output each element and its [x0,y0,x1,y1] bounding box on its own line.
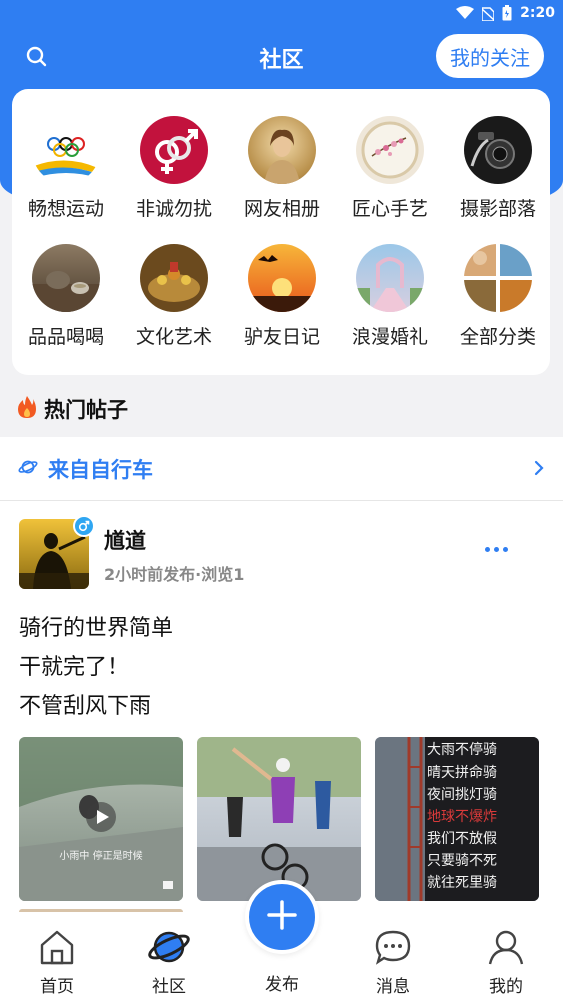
video-caption: 小雨中 停正是时候 [59,849,142,862]
publish-button[interactable] [245,880,319,954]
post-body: 骑行的世界简单 干就完了！ 不管刮风下雨 [19,609,173,726]
category-item-travel[interactable]: 驴友日记 [228,244,336,349]
plus-icon [266,899,298,935]
post-line: 干就完了！ [19,655,130,680]
post-image-banner[interactable]: 大雨不停骑 晴天拼命骑 夜间挑灯骑 地球不爆炸 我们不放假 只要骑不死 就往死里… [375,737,539,901]
category-item-art[interactable]: 文化艺术 [120,244,228,349]
post-meta: 2小时前发布·浏览1 [104,565,245,584]
post-source-label: 来自自行车 [48,457,153,482]
category-label: 摄影部落 [459,198,536,220]
male-badge-icon [73,515,95,537]
nav-label: 消息 [376,977,410,997]
category-label: 非诚勿扰 [135,198,212,220]
category-label: 网友相册 [243,198,320,220]
banner-line: 大雨不停骑 [427,741,497,758]
banner-line: 夜间挑灯骑 [427,787,497,803]
banner-line: 地球不爆炸 [427,809,497,825]
publish-label: 发布 [265,975,299,995]
category-item-sports[interactable]: 畅想运动 [12,116,120,221]
sunset-bird-image [248,244,316,312]
post-line: 不管刮风下雨 [19,694,152,719]
category-item-album[interactable]: 网友相册 [228,116,336,221]
olympic-rings-image [32,116,100,184]
no-sim-icon [482,6,495,21]
post-images: 小雨中 停正是时候 大雨不停骑 晴天拼命骑 夜间挑灯骑 地球不爆炸 我们不放假 … [19,737,544,902]
category-label: 驴友日记 [243,326,320,348]
category-item-all[interactable]: 全部分类 [444,244,552,349]
collage-image [464,244,532,312]
nav-community[interactable]: 社区 [124,912,214,997]
gender-symbol-image [140,116,208,184]
category-label: 品品喝喝 [27,326,104,348]
home-icon [12,922,102,972]
nav-label: 首页 [40,977,74,997]
chevron-right-icon[interactable] [533,459,545,481]
post-line: 骑行的世界简单 [19,616,174,641]
more-options-icon[interactable] [485,547,508,552]
category-item-photography[interactable]: 摄影部落 [444,116,552,221]
wedding-image [356,244,424,312]
category-label: 全部分类 [459,326,536,348]
user-icon [461,922,551,972]
status-time: 2:20 [520,5,555,21]
category-card: 畅想运动 非诚勿扰 网友相册 匠心手艺 摄影部落 品品喝喝 文化艺术 驴友日记 … [12,89,550,375]
banner-line: 晴天拼命骑 [427,764,497,781]
post-author-row: 馗道 2小时前发布·浏览1 [19,515,544,591]
status-bar: 2:20 [0,0,563,26]
wifi-icon [456,6,475,20]
planet-icon [124,922,214,972]
fire-icon [18,396,36,422]
hot-posts-title: 热门帖子 [44,398,128,422]
category-label: 浪漫婚礼 [351,326,428,348]
banner-line: 只要骑不死 [427,853,497,869]
post-image-cyclists[interactable] [197,737,361,901]
category-label: 文化艺术 [135,326,212,348]
category-item-craft[interactable]: 匠心手艺 [336,116,444,221]
author-name[interactable]: 馗道 [104,525,146,555]
nav-label: 社区 [152,977,186,997]
battery-icon [502,5,512,21]
portrait-image [248,116,316,184]
category-item-tea[interactable]: 品品喝喝 [12,244,120,349]
embroidery-image [356,116,424,184]
category-label: 畅想运动 [27,198,104,220]
nav-label: 我的 [489,977,523,997]
banner-line: 我们不放假 [427,831,497,847]
nav-home[interactable]: 首页 [12,912,102,997]
nav-mine[interactable]: 我的 [461,912,551,997]
tea-set-image [32,244,100,312]
top-bar: 社区 我的关注 [0,34,563,80]
art-craft-image [140,244,208,312]
my-follow-button[interactable]: 我的关注 [436,34,544,78]
camera-image [464,116,532,184]
post-source-row[interactable]: 来自自行车 [0,437,563,501]
chat-bubble-icon [348,922,438,972]
banner-line: 就往死里骑 [427,875,497,891]
hot-posts-header: 热门帖子 [0,384,563,434]
planet-icon [18,457,38,481]
category-item-dating[interactable]: 非诚勿扰 [120,116,228,221]
category-label: 匠心手艺 [351,198,428,220]
nav-messages[interactable]: 消息 [348,912,438,997]
post-video-thumbnail[interactable]: 小雨中 停正是时候 [19,737,183,901]
category-item-wedding[interactable]: 浪漫婚礼 [336,244,444,349]
